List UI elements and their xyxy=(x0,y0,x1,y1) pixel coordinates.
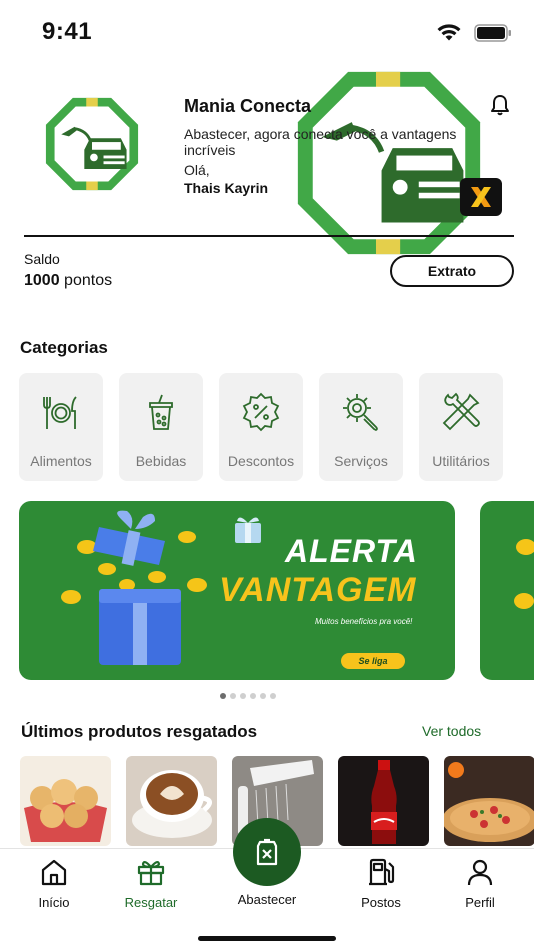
nav-resgatar[interactable]: Resgatar xyxy=(106,857,196,910)
nav-inicio[interactable]: Início xyxy=(9,857,99,910)
tools-icon xyxy=(442,392,480,431)
abastecer-label: Abastecer xyxy=(237,892,297,907)
product-cappuccino[interactable] xyxy=(126,756,217,846)
category-label: Descontos xyxy=(227,453,295,469)
user-icon xyxy=(467,859,493,886)
next-banner-peek[interactable] xyxy=(480,501,534,680)
category-utilitarios[interactable]: Utilitários xyxy=(419,373,503,481)
status-bar: 9:41 xyxy=(0,0,534,64)
discount-badge-icon xyxy=(242,392,280,432)
nav-label: Resgatar xyxy=(124,895,178,910)
greeting: Olá, xyxy=(184,162,210,178)
brand-logo xyxy=(45,97,139,191)
small-gift-icon xyxy=(235,517,261,543)
cutlery-icon xyxy=(43,396,77,429)
nav-perfil[interactable]: Perfil xyxy=(435,857,525,910)
battery-icon xyxy=(474,24,511,42)
brand-logo-large xyxy=(297,71,481,255)
fuel-can-icon xyxy=(256,838,278,866)
banner-subtitle: Muitos benefícios pra você! xyxy=(315,617,413,626)
categories-title: Categorias xyxy=(20,338,108,357)
pager-dot[interactable] xyxy=(260,693,266,699)
balance-value: 1000 pontos xyxy=(24,272,112,290)
category-servicos[interactable]: Serviços xyxy=(319,373,403,481)
gas-station-icon xyxy=(369,858,395,886)
banner-pager xyxy=(220,693,276,699)
category-alimentos[interactable]: Alimentos xyxy=(19,373,103,481)
pager-dot[interactable] xyxy=(230,693,236,699)
home-indicator xyxy=(198,936,336,941)
partner-badge-icon xyxy=(460,178,502,216)
bell-icon[interactable] xyxy=(488,93,512,117)
category-label: Utilitários xyxy=(432,453,490,469)
abastecer-button[interactable] xyxy=(233,818,301,886)
pager-dot[interactable] xyxy=(220,693,226,699)
nav-label: Perfil xyxy=(465,895,495,910)
banner-cta-button[interactable]: Se liga xyxy=(341,653,405,669)
nav-label: Postos xyxy=(361,895,401,910)
recent-products-title: Últimos produtos resgatados xyxy=(21,722,258,741)
pager-dot[interactable] xyxy=(250,693,256,699)
category-label: Bebidas xyxy=(135,453,187,469)
gear-wrench-icon xyxy=(343,394,378,432)
balance-points: 1000 xyxy=(24,272,60,289)
wifi-icon xyxy=(437,24,461,41)
promo-banner[interactable]: ALERTA VANTAGEM Muitos benefícios pra vo… xyxy=(19,501,455,680)
product-pizza[interactable] xyxy=(444,756,534,846)
category-bebidas[interactable]: Bebidas xyxy=(119,373,203,481)
status-time: 9:41 xyxy=(42,18,93,45)
banner-title-line2: VANTAGEM xyxy=(219,571,417,609)
product-cheese-bread[interactable] xyxy=(20,756,111,846)
home-icon xyxy=(41,859,67,886)
see-all-link[interactable]: Ver todos xyxy=(422,723,481,739)
user-name: Thais Kayrin xyxy=(184,180,269,196)
gift-icon xyxy=(137,860,165,886)
balance-unit: pontos xyxy=(64,272,113,289)
category-label: Alimentos xyxy=(30,453,92,469)
product-coca-cola[interactable] xyxy=(338,756,429,846)
coins-icon xyxy=(514,539,534,609)
pager-dot[interactable] xyxy=(270,693,276,699)
category-label: Serviços xyxy=(334,453,388,469)
brand-title: Mania Conecta xyxy=(184,96,312,116)
pager-dot[interactable] xyxy=(240,693,246,699)
nav-label: Início xyxy=(38,895,70,910)
brand-tagline: Abastecer, agora conecta você a vantagen… xyxy=(184,126,457,158)
category-descontos[interactable]: Descontos xyxy=(219,373,303,481)
statement-button[interactable]: Extrato xyxy=(390,255,514,287)
categories-list: Alimentos Bebidas Descontos Serviços Uti… xyxy=(19,373,503,481)
banner-title-line1: ALERTA xyxy=(285,533,418,569)
balance-label: Saldo xyxy=(24,251,60,267)
nav-postos[interactable]: Postos xyxy=(336,857,426,910)
header-divider xyxy=(24,235,514,237)
drink-cup-icon xyxy=(149,394,173,430)
gift-coins-illustration xyxy=(61,510,207,665)
